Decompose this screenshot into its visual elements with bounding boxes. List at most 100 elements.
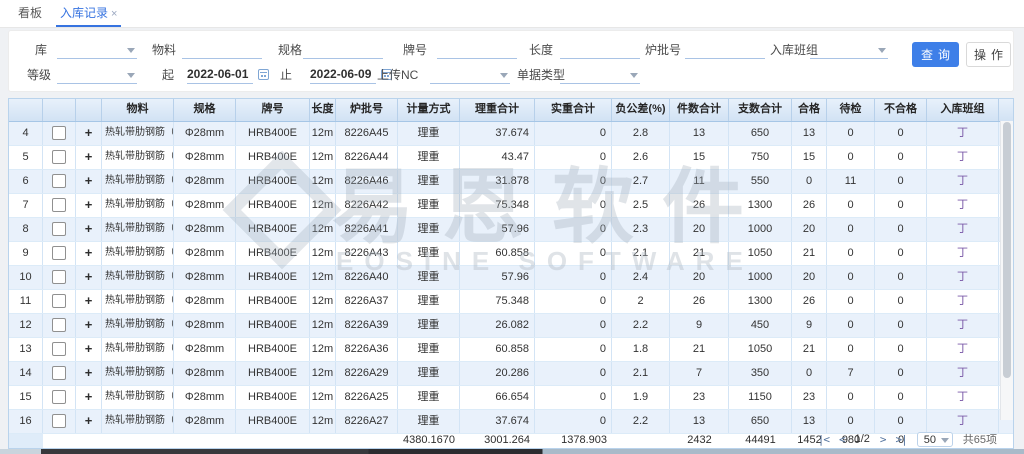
date-from-date-field[interactable]: 2022-06-01 xyxy=(187,66,253,84)
filter-panel: 查询 操作 库物料规格牌号长度炉批号入库班组等级起2022-06-01止2022… xyxy=(8,30,1014,92)
cell-tolerance: 1.9 xyxy=(612,386,670,409)
cell-spec: Φ28mm xyxy=(174,242,236,265)
row-checkbox[interactable] xyxy=(52,198,66,212)
cell-pending: 0 xyxy=(827,242,875,265)
page-size-select[interactable]: 50 xyxy=(917,432,953,447)
cell-expand: + xyxy=(76,146,102,169)
cell-actual-weight-total: 0 xyxy=(535,290,612,313)
total-items-label: 共65项 xyxy=(963,431,997,447)
expand-row-icon[interactable]: + xyxy=(85,389,93,404)
length-input[interactable] xyxy=(560,41,640,59)
row-checkbox[interactable] xyxy=(52,174,66,188)
expand-row-icon[interactable]: + xyxy=(85,365,93,380)
expand-row-icon[interactable]: + xyxy=(85,317,93,332)
chevron-down-icon xyxy=(127,48,135,53)
cell-row-number: 6 xyxy=(9,170,43,193)
cell-spec: Φ28mm xyxy=(174,362,236,385)
row-checkbox[interactable] xyxy=(52,222,66,236)
tab-bar: 看板 入库记录× xyxy=(0,0,1024,28)
cell-row-number: 14 xyxy=(9,362,43,385)
cell-length: 12m xyxy=(310,146,336,169)
scrollbar-thumb[interactable] xyxy=(1003,122,1011,378)
row-checkbox[interactable] xyxy=(52,126,66,140)
expand-row-icon[interactable]: + xyxy=(85,269,93,284)
table-scrollbar[interactable] xyxy=(1000,121,1013,420)
tab-inbound-records[interactable]: 入库记录× xyxy=(56,0,121,27)
date-to-date-field[interactable]: 2022-06-09 xyxy=(310,66,376,84)
cell-actual-weight-total: 0 xyxy=(535,170,612,193)
last-page-button[interactable]: >| xyxy=(896,433,907,446)
row-checkbox[interactable] xyxy=(52,150,66,164)
cell-pending: 7 xyxy=(827,362,875,385)
cell-spec: Φ28mm xyxy=(174,146,236,169)
table-row: 4+热轧带肋钢筋（抗震）Φ28mmHRB400E12m8226A45理重37.6… xyxy=(9,122,1013,146)
expand-row-icon[interactable]: + xyxy=(85,341,93,356)
cell-select xyxy=(43,362,76,385)
calendar-icon[interactable] xyxy=(258,69,269,80)
query-button[interactable]: 查询 xyxy=(912,42,959,67)
expand-row-icon[interactable]: + xyxy=(85,149,93,164)
tab-close-icon[interactable]: × xyxy=(111,8,117,20)
row-checkbox[interactable] xyxy=(52,294,66,308)
inbound-team-select[interactable] xyxy=(810,41,888,59)
brand-input[interactable] xyxy=(437,41,517,59)
cell-furnace-batch: 8226A36 xyxy=(336,338,398,361)
warehouse-select[interactable] xyxy=(57,41,137,59)
expand-row-icon[interactable]: + xyxy=(85,293,93,308)
cell-pending: 11 xyxy=(827,170,875,193)
cell-measure-method: 理重 xyxy=(398,338,460,361)
prev-page-button[interactable]: < xyxy=(839,433,845,446)
furnace-batch-input[interactable] xyxy=(685,41,765,59)
cell-select xyxy=(43,194,76,217)
cell-unqualified: 0 xyxy=(875,146,927,169)
cell-length: 12m xyxy=(310,314,336,337)
cell-theory-weight-total: 60.858 xyxy=(460,338,535,361)
cell-length: 12m xyxy=(310,122,336,145)
first-page-button[interactable]: |< xyxy=(818,433,829,446)
action-button[interactable]: 操作 xyxy=(966,42,1011,67)
cell-theory-weight-total: 57.96 xyxy=(460,218,535,241)
spec-input[interactable] xyxy=(303,41,383,59)
cell-unqualified: 0 xyxy=(875,386,927,409)
doc-type-select[interactable] xyxy=(560,66,640,84)
cell-pieces-total: 20 xyxy=(670,218,729,241)
table-row: 15+热轧带肋钢筋（抗震）Φ28mmHRB400E12m8226A25理重66.… xyxy=(9,386,1013,410)
row-checkbox[interactable] xyxy=(52,366,66,380)
row-checkbox[interactable] xyxy=(52,390,66,404)
cell-measure-method: 理重 xyxy=(398,170,460,193)
material-input[interactable] xyxy=(182,41,262,59)
expand-row-icon[interactable]: + xyxy=(85,197,93,212)
cell-pieces-total: 21 xyxy=(670,338,729,361)
cell-qualified: 0 xyxy=(792,170,827,193)
cell-theory-weight-total: 37.674 xyxy=(460,410,535,433)
cell-tolerance: 2.1 xyxy=(612,242,670,265)
cell-expand: + xyxy=(76,386,102,409)
expand-row-icon[interactable]: + xyxy=(85,173,93,188)
next-page-button[interactable]: > xyxy=(880,433,886,446)
cell-furnace-batch: 8226A44 xyxy=(336,146,398,169)
expand-row-icon[interactable]: + xyxy=(85,221,93,236)
expand-row-icon[interactable]: + xyxy=(85,125,93,140)
tab-kanban[interactable]: 看板 xyxy=(14,0,46,25)
cell-bars-total: 1300 xyxy=(729,290,792,313)
row-checkbox[interactable] xyxy=(52,342,66,356)
row-checkbox[interactable] xyxy=(52,414,66,428)
cell-bars-total: 1000 xyxy=(729,266,792,289)
cell-team: 丁 xyxy=(927,410,999,433)
cell-tolerance: 2.5 xyxy=(612,194,670,217)
upload-nc-filter-label: 上传NC xyxy=(377,66,418,84)
row-checkbox[interactable] xyxy=(52,318,66,332)
cell-pending: 0 xyxy=(827,122,875,145)
upload-nc-select[interactable] xyxy=(430,66,510,84)
row-checkbox[interactable] xyxy=(52,270,66,284)
row-checkbox[interactable] xyxy=(52,246,66,260)
cell-expand: + xyxy=(76,266,102,289)
cell-length: 12m xyxy=(310,290,336,313)
cell-furnace-batch: 8226A40 xyxy=(336,266,398,289)
cell-tolerance: 2.7 xyxy=(612,170,670,193)
grade-select[interactable] xyxy=(57,66,137,84)
material-filter-label: 物料 xyxy=(152,41,176,59)
expand-row-icon[interactable]: + xyxy=(85,413,93,428)
expand-row-icon[interactable]: + xyxy=(85,245,93,260)
summary-theory-weight-total: 3001.264 xyxy=(460,434,535,448)
